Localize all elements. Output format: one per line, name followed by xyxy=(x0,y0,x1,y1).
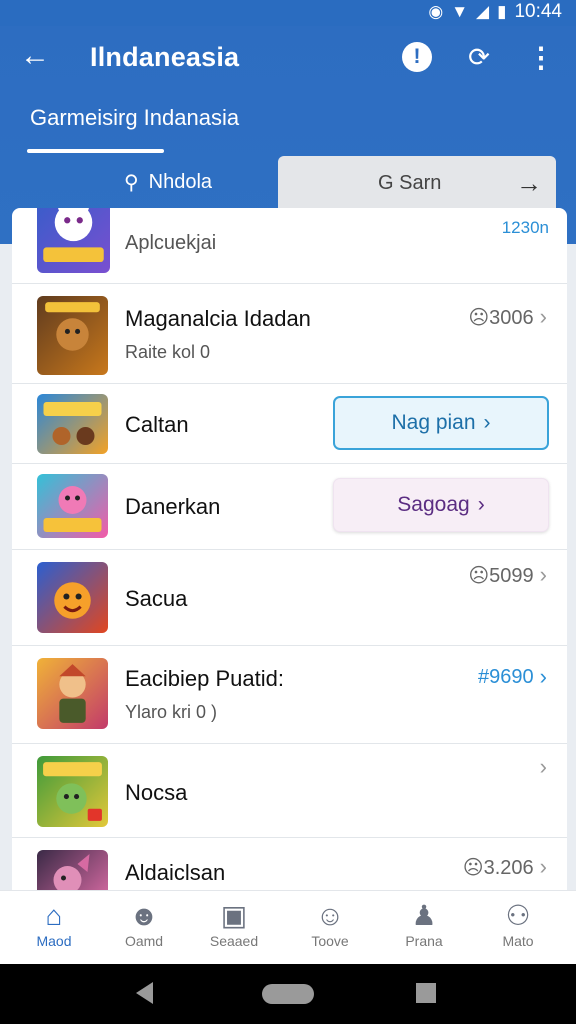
game-thumbnail xyxy=(37,474,108,538)
game-list-card: 1230n Aplcuekjai Maganalcia Idadan Raite… xyxy=(12,208,567,898)
game-price: ☹5099 › xyxy=(468,562,547,588)
list-item[interactable]: Sacua ☹5099 › xyxy=(12,550,567,646)
game-thumbnail xyxy=(37,208,110,273)
game-price: ☹3006 › xyxy=(468,304,547,330)
nav-profile[interactable]: ⚇ Mato xyxy=(470,899,566,949)
signal-icon: ◢ xyxy=(476,2,490,21)
search-icon: ⚲ xyxy=(124,172,139,194)
chevron-right-icon[interactable]: › xyxy=(540,854,547,880)
list-item[interactable]: Maganalcia Idadan Raite kol 0 ☹3006 › xyxy=(12,284,567,384)
search-left-label: Nhdola xyxy=(148,171,213,193)
chevron-right-icon[interactable]: › xyxy=(540,664,547,690)
search-right-tab[interactable]: G Sarn → xyxy=(278,156,556,212)
game-thumbnail xyxy=(37,562,108,633)
game-name: Sacua xyxy=(125,586,188,611)
game-thumbnail xyxy=(37,394,108,454)
nav-store[interactable]: ▣ Seaaed xyxy=(186,899,282,949)
list-item[interactable]: Aplcuekjai xyxy=(12,208,567,284)
chevron-right-icon: › xyxy=(483,411,491,434)
info-icon: ! xyxy=(402,42,432,72)
status-time: 10:44 xyxy=(514,1,562,22)
primary-action-button[interactable]: Nag pian › xyxy=(333,396,549,450)
system-recents-icon[interactable] xyxy=(416,983,436,1003)
battery-icon: ▮ xyxy=(497,2,507,21)
nav-prana[interactable]: ♟ Prana xyxy=(376,899,472,949)
nav-home[interactable]: ⌂ Maod xyxy=(6,899,102,949)
profile-icon: ⚇ xyxy=(505,900,531,931)
system-home-icon[interactable] xyxy=(262,984,314,1004)
search-left-tab[interactable]: ⚲ Nhdola xyxy=(124,170,212,195)
status-bar: ◉ ▼ ◢ ▮ 10:44 xyxy=(0,0,576,26)
list-item[interactable]: Aldaiclsan ☹3.206 › xyxy=(12,838,567,898)
store-icon: ▣ xyxy=(220,900,248,931)
chevron-right-icon[interactable]: › xyxy=(540,562,547,588)
search-right-label: G Sarn xyxy=(378,172,442,194)
page-title: Ilndaneasia xyxy=(90,42,240,72)
game-name: Maganalcia Idadan xyxy=(125,306,311,331)
tab-games-indonesia[interactable]: Garmeisirg Indanasia xyxy=(30,105,239,131)
more-vert-icon[interactable]: ⋮ xyxy=(524,40,558,74)
status-icons: ◉ ▼ ◢ ▮ 10:44 xyxy=(428,1,562,23)
bottom-navigation: ⌂ Maod ☻ Oamd ▣ Seaaed ☺ Toove ♟ Prana ⚇… xyxy=(0,890,576,964)
game-thumbnail xyxy=(37,296,108,375)
chevron-right-icon[interactable]: › xyxy=(540,754,547,780)
list-item[interactable]: Nocsa › xyxy=(12,744,567,838)
system-back-icon[interactable] xyxy=(136,982,153,1004)
game-icon: ☻ xyxy=(129,900,159,931)
smile-icon: ☺ xyxy=(315,900,345,931)
refresh-icon[interactable]: ⟳ xyxy=(462,40,496,74)
game-price: #9690 › xyxy=(478,664,547,690)
list-item[interactable]: Caltan Nag pian › xyxy=(12,384,567,464)
game-name: Aldaiclsan xyxy=(125,860,226,885)
nav-toove[interactable]: ☺ Toove xyxy=(282,899,378,949)
game-thumbnail xyxy=(37,756,108,827)
chevron-right-icon: › xyxy=(477,493,485,516)
game-subtitle: Ylaro kri 0 ) xyxy=(125,702,218,722)
chevron-right-icon[interactable]: › xyxy=(540,304,547,330)
eye-icon: ◉ xyxy=(428,2,444,21)
list-item[interactable]: Danerkan Sagoag › xyxy=(12,464,567,550)
home-icon: ⌂ xyxy=(45,900,63,931)
secondary-action-button[interactable]: Sagoag › xyxy=(333,478,549,532)
game-price: ☹3.206 › xyxy=(462,854,547,880)
game-price: › xyxy=(540,754,547,780)
game-name: Caltan xyxy=(125,412,189,437)
arrow-right-icon[interactable]: → xyxy=(516,168,542,199)
back-arrow-icon[interactable]: ← xyxy=(20,36,60,76)
system-navigation-bar xyxy=(0,964,576,1024)
wifi-icon: ▼ xyxy=(451,2,469,21)
game-name: Eacibiep Puatid: xyxy=(125,666,284,691)
info-button[interactable]: ! xyxy=(400,40,434,74)
game-thumbnail xyxy=(37,658,108,729)
game-name: Aplcuekjai xyxy=(125,232,217,254)
list-item[interactable]: Eacibiep Puatid: Ylaro kri 0 ) #9690 › xyxy=(12,646,567,744)
nav-games[interactable]: ☻ Oamd xyxy=(96,899,192,949)
game-name: Nocsa xyxy=(125,780,188,805)
person-icon: ♟ xyxy=(411,900,437,931)
game-name: Danerkan xyxy=(125,494,221,519)
tab-indicator xyxy=(27,149,164,153)
game-subtitle: Raite kol 0 xyxy=(125,342,211,362)
